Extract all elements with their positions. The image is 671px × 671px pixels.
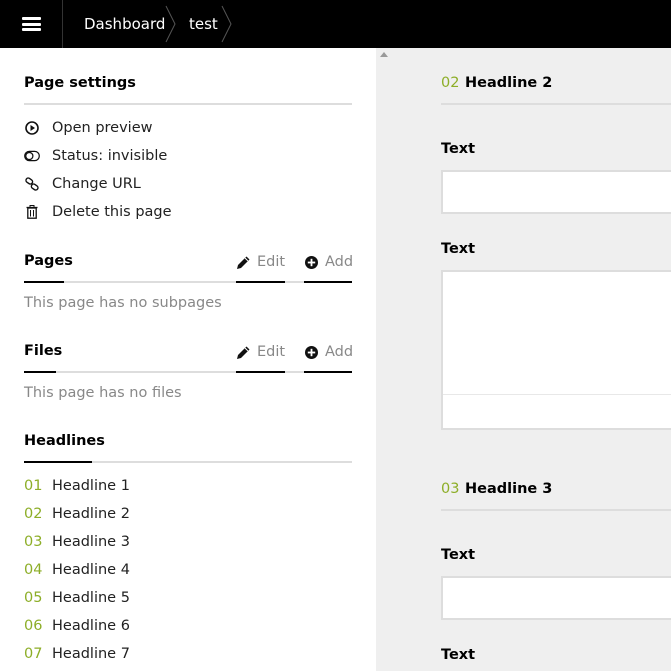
headline-label: Headline 6: [52, 618, 130, 634]
play-circle-icon: [24, 120, 40, 136]
plus-circle-icon: [304, 255, 319, 270]
files-edit-button[interactable]: Edit: [236, 342, 285, 362]
breadcrumb-separator-icon: [221, 5, 232, 43]
headline-item[interactable]: 05 Headline 5: [24, 588, 130, 608]
pencil-icon: [236, 255, 251, 270]
headline-number: 01: [24, 478, 43, 494]
pages-edit-underline: [236, 281, 285, 283]
text-input[interactable]: [441, 170, 671, 214]
files-divider: [24, 371, 352, 373]
headline-label: Headline 4: [52, 562, 130, 578]
page-settings-divider: [24, 103, 352, 105]
section-title: Headline 2: [465, 75, 553, 91]
status-label: Status: invisible: [52, 148, 168, 164]
pages-add-label: Add: [325, 254, 354, 270]
section-number: 02: [441, 75, 460, 91]
headlines-title: Headlines: [24, 433, 105, 449]
files-add-underline: [304, 371, 352, 373]
headlines-divider: [24, 461, 352, 463]
plus-circle-icon: [304, 345, 319, 360]
text-area-label: Text: [441, 241, 476, 257]
breadcrumb-separator-icon: [165, 5, 176, 43]
headline-label: Headline 5: [52, 590, 130, 606]
menu-button[interactable]: [0, 0, 63, 48]
chain-link-icon: [24, 176, 40, 192]
headline-item[interactable]: 01 Headline 1: [24, 476, 130, 496]
delete-page-label: Delete this page: [52, 204, 172, 220]
headline-label: Headline 1: [52, 478, 130, 494]
headline-number: 03: [24, 534, 43, 550]
open-preview-label: Open preview: [52, 120, 153, 136]
page-settings-title: Page settings: [24, 75, 136, 91]
change-url-link[interactable]: Change URL: [24, 174, 141, 194]
pages-divider: [24, 281, 352, 283]
breadcrumb-test[interactable]: test: [189, 0, 218, 48]
section-divider: [441, 103, 671, 105]
trash-icon: [24, 204, 40, 220]
text-area-label: Text: [441, 647, 476, 663]
pages-title: Pages: [24, 253, 73, 269]
status-toggle[interactable]: Status: invisible: [24, 146, 167, 166]
breadcrumb-dashboard[interactable]: Dashboard: [84, 0, 165, 48]
open-preview-link[interactable]: Open preview: [24, 118, 153, 138]
toggle-off-icon: [24, 148, 40, 164]
section-number: 03: [441, 481, 460, 497]
files-add-label: Add: [325, 344, 354, 360]
files-empty-text: This page has no files: [24, 385, 182, 401]
text-field-label: Text: [441, 141, 476, 157]
headline-item[interactable]: 04 Headline 4: [24, 560, 130, 580]
text-input[interactable]: [441, 576, 671, 620]
pages-empty-text: This page has no subpages: [24, 295, 222, 311]
sidebar: Page settings Open preview Status: invis…: [0, 48, 376, 671]
pages-add-underline: [304, 281, 352, 283]
pages-edit-button[interactable]: Edit: [236, 252, 285, 272]
text-area-toolbar: [443, 394, 671, 428]
headline-item[interactable]: 03 Headline 3: [24, 532, 130, 552]
scroll-up-arrow-icon[interactable]: [380, 52, 388, 57]
headline-label: Headline 3: [52, 534, 130, 550]
headline-number: 02: [24, 506, 43, 522]
hamburger-icon: [21, 17, 41, 31]
pages-edit-label: Edit: [257, 254, 286, 270]
headline-number: 05: [24, 590, 43, 606]
files-add-button[interactable]: Add: [304, 342, 353, 362]
main-content[interactable]: 02 Headline 2 Text Text 03 Headline 3 Te…: [376, 48, 671, 671]
pages-add-button[interactable]: Add: [304, 252, 353, 272]
text-field-label: Text: [441, 547, 476, 563]
headline-number: 04: [24, 562, 43, 578]
files-title: Files: [24, 343, 63, 359]
top-bar: Dashboard test: [0, 0, 671, 48]
section-divider: [441, 509, 671, 511]
change-url-label: Change URL: [52, 176, 141, 192]
section-title: Headline 3: [465, 481, 553, 497]
files-edit-underline: [236, 371, 285, 373]
delete-page-link[interactable]: Delete this page: [24, 202, 172, 222]
headline-item[interactable]: 02 Headline 2: [24, 504, 130, 524]
headline-number: 06: [24, 618, 43, 634]
headline-item[interactable]: 06 Headline 6: [24, 616, 130, 636]
pencil-icon: [236, 345, 251, 360]
headline-label: Headline 7: [52, 646, 130, 662]
headline-label: Headline 2: [52, 506, 130, 522]
headline-item[interactable]: 07 Headline 7: [24, 644, 130, 664]
files-edit-label: Edit: [257, 344, 286, 360]
text-area[interactable]: [441, 270, 671, 430]
headline-number: 07: [24, 646, 43, 662]
